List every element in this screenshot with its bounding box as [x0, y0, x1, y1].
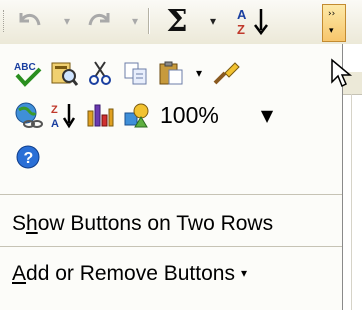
undo-dropdown[interactable]: ▾ [58, 6, 76, 36]
submenu-arrow-icon: ▾ [240, 266, 247, 280]
hidden-buttons-row-3: ? [10, 140, 46, 174]
chart-wizard-icon [87, 104, 114, 127]
sort-descending-icon: Z A [51, 104, 76, 129]
sort-az-icon: A Z [237, 7, 268, 36]
menu-text: S [12, 212, 27, 235]
toolbar-options-down-icon: ▾ [329, 26, 334, 36]
svg-text:?: ? [24, 150, 34, 167]
svg-text:Z: Z [51, 104, 58, 116]
drawing-button[interactable] [118, 98, 154, 132]
show-buttons-two-rows-item[interactable]: Show Buttons on Two Rows [12, 212, 273, 236]
redo-dropdown[interactable]: ▾ [126, 6, 144, 36]
menu-text: ow Buttons on Two Rows [37, 212, 274, 235]
paste-dropdown[interactable]: ▾ [190, 56, 208, 90]
research-icon [51, 62, 79, 86]
format-painter-icon [213, 62, 240, 85]
menu-divider [0, 194, 342, 195]
help-icon: ? [16, 145, 40, 169]
autosum-button[interactable]: Σ [160, 4, 194, 39]
paste-icon [159, 61, 183, 85]
chart-wizard-button[interactable] [82, 98, 118, 132]
toolbar-separator [148, 8, 149, 34]
svg-text:Z: Z [237, 22, 245, 36]
drawing-icon [124, 103, 149, 128]
spelling-icon: ABC [14, 62, 42, 87]
paste-button[interactable] [154, 56, 190, 90]
add-remove-buttons-item[interactable]: Add or Remove Buttons ▾ [12, 262, 247, 286]
zoom-value[interactable]: 100% [160, 102, 252, 129]
help-button[interactable]: ? [10, 140, 46, 174]
redo-icon [88, 13, 110, 26]
svg-text:A: A [237, 7, 247, 22]
svg-text:A: A [51, 118, 59, 129]
toolbar-options-chevron-icon: ›› [328, 9, 336, 19]
autosum-dropdown[interactable]: ▾ [204, 6, 222, 36]
research-button[interactable] [46, 56, 82, 90]
sort-ascending-button[interactable]: A Z [232, 6, 278, 36]
undo-icon [19, 13, 41, 26]
hidden-buttons-row-2: Z A 100% ▼ [10, 98, 282, 132]
standard-toolbar: ▾ ▾ Σ ▾ A Z ›› ▾ [0, 0, 362, 44]
mouse-pointer-icon [331, 58, 353, 88]
cut-button[interactable] [82, 56, 118, 90]
format-painter-button[interactable] [208, 56, 244, 90]
menu-divider [0, 246, 342, 247]
toolbar-options-button[interactable]: ›› ▾ [322, 4, 346, 42]
menu-text: dd or Remove Buttons [26, 262, 235, 285]
redo-button[interactable] [80, 6, 118, 36]
cut-icon [89, 61, 111, 85]
menu-accelerator: h [26, 212, 38, 235]
undo-button[interactable] [10, 6, 50, 36]
zoom-dropdown[interactable]: ▼ [252, 106, 282, 125]
hidden-buttons-row-1: ABC ▾ [10, 56, 244, 90]
hyperlink-icon [15, 102, 43, 128]
gridline [351, 94, 352, 310]
menu-accelerator: A [12, 262, 27, 285]
toolbar-grip[interactable] [3, 10, 6, 32]
sort-descending-button[interactable]: Z A [46, 98, 82, 132]
chevron-down-icon: ▾ [195, 66, 203, 80]
spelling-button[interactable]: ABC [10, 56, 46, 90]
copy-button[interactable] [118, 56, 154, 90]
hyperlink-button[interactable] [10, 98, 46, 132]
copy-icon [124, 62, 147, 85]
svg-text:ABC: ABC [14, 62, 36, 73]
